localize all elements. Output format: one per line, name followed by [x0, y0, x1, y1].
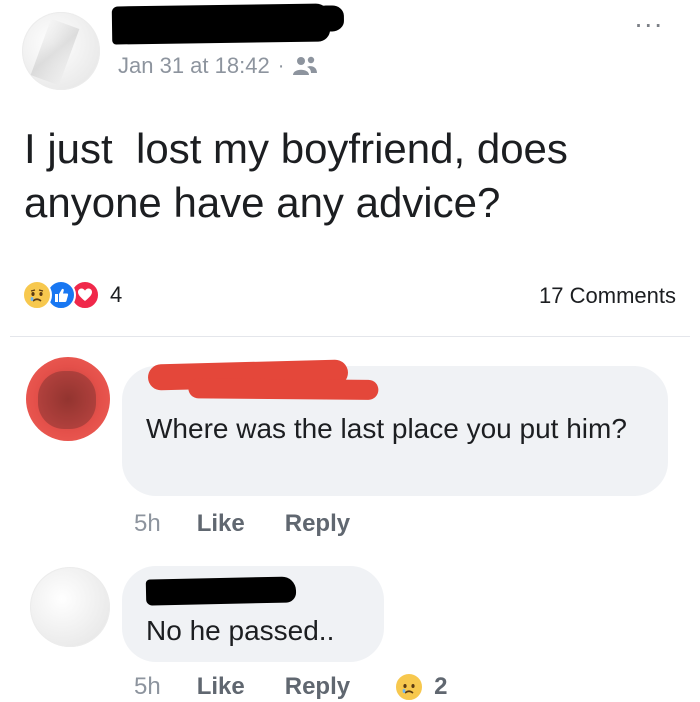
post-author-avatar[interactable]	[22, 12, 100, 90]
avatar-image	[30, 18, 80, 86]
like-button[interactable]: Like	[197, 510, 245, 538]
reaction-summary[interactable]: 4	[22, 280, 122, 310]
comment-text: No he passed..	[146, 615, 335, 646]
post-meta: Jan 31 at 18:42 ·	[118, 53, 318, 79]
reply-button[interactable]: Reply	[285, 673, 350, 701]
comment-reactions[interactable]: 2	[394, 672, 447, 702]
friends-icon[interactable]	[292, 55, 318, 77]
redacted-author-name	[111, 3, 331, 45]
comment-time[interactable]: 5h	[134, 673, 161, 701]
commenter-avatar[interactable]	[26, 357, 110, 441]
reply-button[interactable]: Reply	[285, 510, 350, 538]
comment-actions: 5h Like Reply	[134, 510, 390, 538]
reaction-count: 4	[110, 282, 123, 307]
post-text: I just lost my boyfriend, does anyone ha…	[24, 125, 568, 226]
meta-separator: ·	[277, 54, 285, 77]
sad-reaction-icon	[394, 672, 425, 702]
like-button[interactable]: Like	[197, 673, 245, 701]
commenter-avatar[interactable]	[30, 567, 110, 647]
redacted-avatar	[38, 371, 96, 429]
comment-text: Where was the last place you put him?	[146, 413, 627, 444]
divider	[10, 336, 690, 337]
comments-count-link[interactable]: 17 Comments	[539, 283, 676, 309]
more-options-icon[interactable]: ...	[635, 4, 664, 32]
comment-reaction-count: 2	[434, 673, 448, 700]
comment-actions: 5h Like Reply 2	[134, 672, 447, 702]
comment-time[interactable]: 5h	[134, 510, 161, 538]
redacted-commenter-name	[145, 576, 297, 606]
redacted-commenter-name	[147, 359, 349, 391]
post-timestamp[interactable]: Jan 31 at 18:42	[118, 53, 270, 79]
sad-reaction-icon	[22, 280, 52, 310]
